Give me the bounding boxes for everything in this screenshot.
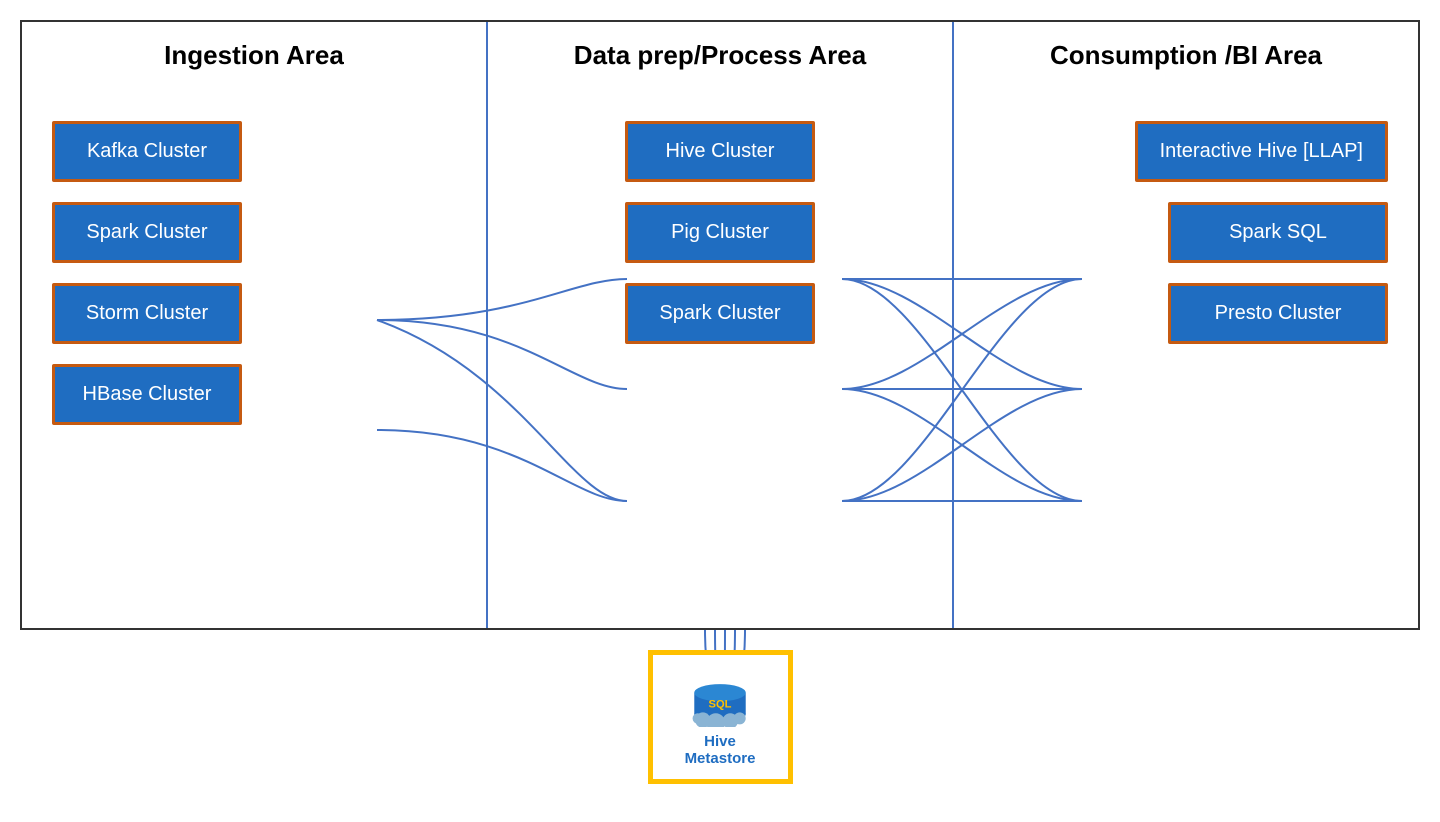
process-spark-cluster-box: Spark Cluster xyxy=(625,283,815,344)
sql-icon: SQL xyxy=(685,667,755,727)
hive-cluster-label: Hive Cluster xyxy=(666,140,775,162)
ingestion-column: Ingestion Area Kafka Cluster Spark Clust… xyxy=(22,22,488,628)
interactive-hive-box: Interactive Hive [LLAP] xyxy=(1135,121,1388,182)
interactive-hive-label: Interactive Hive [LLAP] xyxy=(1160,140,1363,162)
kafka-cluster-label: Kafka Cluster xyxy=(87,140,207,162)
bottom-area: SQL Hive Metastore xyxy=(20,630,1420,815)
metastore-box: SQL Hive Metastore xyxy=(648,650,793,784)
presto-cluster-box: Presto Cluster xyxy=(1168,283,1388,344)
presto-cluster-label: Presto Cluster xyxy=(1215,302,1342,324)
process-spark-cluster-label: Spark Cluster xyxy=(659,302,780,324)
ingestion-spark-cluster-box: Spark Cluster xyxy=(52,202,242,263)
ingestion-title: Ingestion Area xyxy=(52,22,456,81)
spark-sql-label: Spark SQL xyxy=(1229,221,1327,243)
process-clusters: Hive Cluster Pig Cluster Spark Cluster xyxy=(518,121,922,364)
ingestion-clusters: Kafka Cluster Spark Cluster Storm Cluste… xyxy=(52,121,456,445)
hbase-cluster-label: HBase Cluster xyxy=(83,383,212,405)
diagram-area: Ingestion Area Kafka Cluster Spark Clust… xyxy=(20,20,1420,630)
spark-sql-box: Spark SQL xyxy=(1168,202,1388,263)
storm-cluster-box: Storm Cluster xyxy=(52,283,242,344)
consumption-title: Consumption /BI Area xyxy=(984,22,1388,81)
hive-cluster-box: Hive Cluster xyxy=(625,121,815,182)
metastore-label: Hive Metastore xyxy=(669,733,772,767)
hbase-cluster-box: HBase Cluster xyxy=(52,364,242,425)
consumption-column: Consumption /BI Area Interactive Hive [L… xyxy=(954,22,1418,628)
process-column: Data prep/Process Area Hive Cluster Pig … xyxy=(488,22,954,628)
pig-cluster-label: Pig Cluster xyxy=(671,221,769,243)
pig-cluster-box: Pig Cluster xyxy=(625,202,815,263)
consumption-clusters: Interactive Hive [LLAP] Spark SQL Presto… xyxy=(984,121,1388,364)
svg-text:SQL: SQL xyxy=(709,698,732,710)
ingestion-spark-cluster-label: Spark Cluster xyxy=(86,221,207,243)
process-title: Data prep/Process Area xyxy=(518,22,922,81)
kafka-cluster-box: Kafka Cluster xyxy=(52,121,242,182)
main-container: Ingestion Area Kafka Cluster Spark Clust… xyxy=(20,20,1420,815)
storm-cluster-label: Storm Cluster xyxy=(86,302,208,324)
